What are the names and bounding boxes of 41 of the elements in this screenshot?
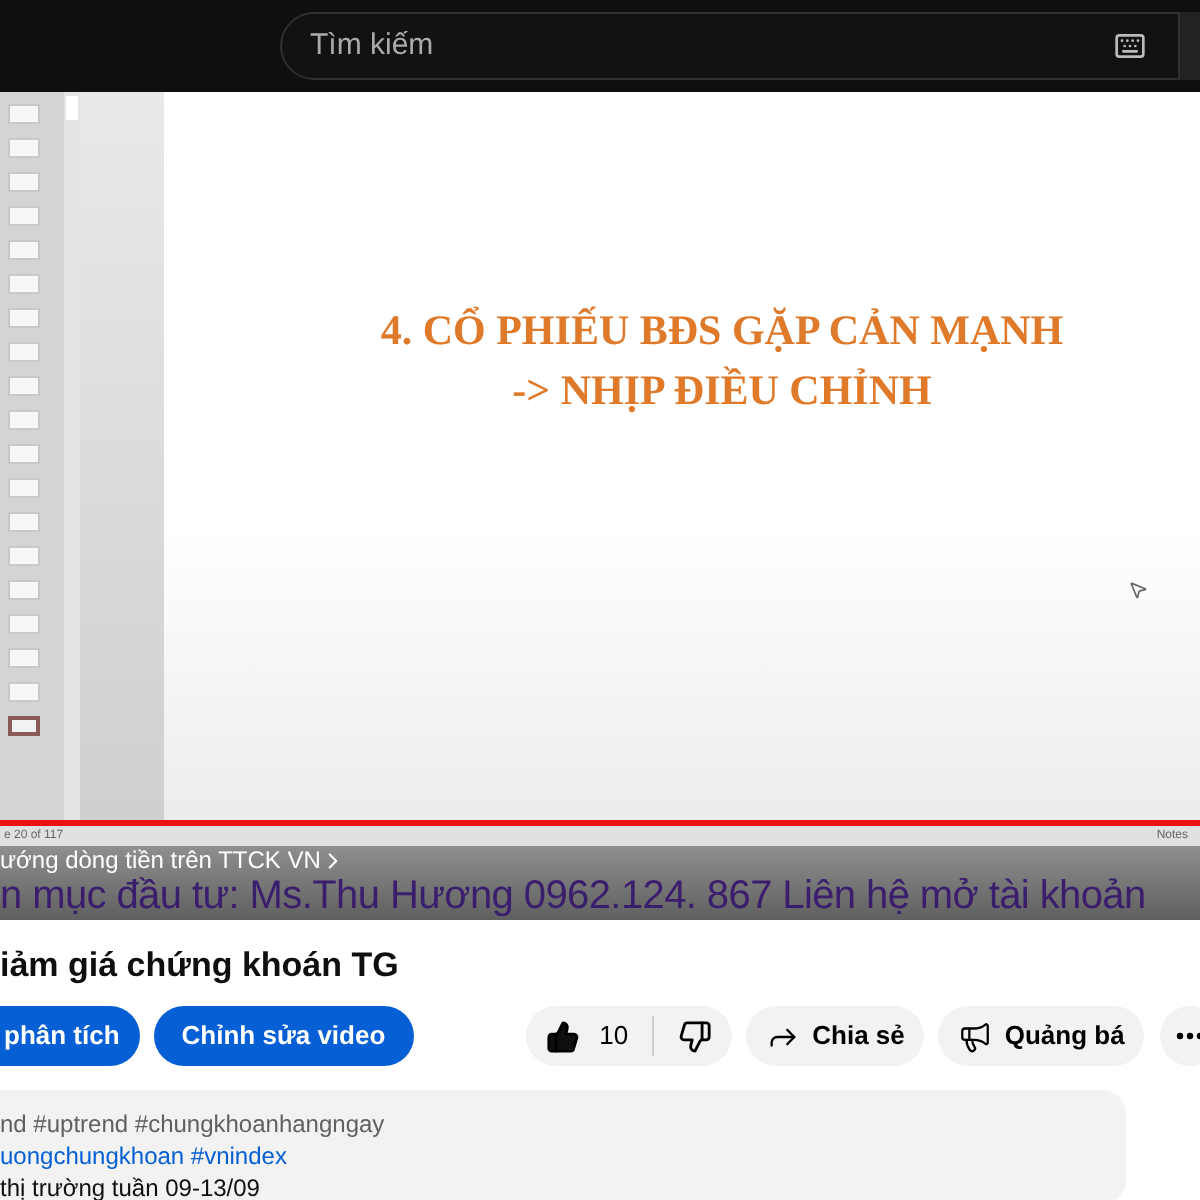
slide-thumbnail[interactable] <box>8 342 40 362</box>
cursor-icon <box>1128 580 1148 600</box>
slide-thumbnail[interactable] <box>8 444 40 464</box>
promote-button[interactable]: Quảng bá <box>938 1006 1145 1066</box>
description-line: nd #uptrend #chungkhoanhangngay <box>0 1108 385 1140</box>
slide-thumbnail[interactable] <box>8 648 40 668</box>
slide-thumbnail[interactable] <box>8 682 40 702</box>
edit-video-button[interactable]: Chỉnh sửa video <box>153 1006 414 1066</box>
like-button[interactable]: 10 <box>545 1016 655 1056</box>
slide-thumbnail[interactable] <box>8 104 40 124</box>
slide-thumbnail[interactable] <box>8 274 40 294</box>
video-title: iảm giá chứng khoán TG <box>0 944 401 988</box>
search-input[interactable]: Tìm kiếm <box>310 23 1114 69</box>
slide-thumbnail[interactable] <box>8 172 40 192</box>
scrollbar-thumb[interactable] <box>66 96 78 120</box>
slide-thumbnail[interactable] <box>8 138 40 158</box>
hashtag-link[interactable]: uongchungkhoan #vnindex <box>0 1140 287 1172</box>
dislike-icon[interactable] <box>678 1019 713 1053</box>
slide-thumbnail[interactable] <box>8 206 40 226</box>
ticker-text: n mục đầu tư: Ms.Thu Hương 0962.124. 867 Liên hệ mở tài khoản <box>0 874 1146 920</box>
share-button[interactable]: Chia sẻ <box>746 1006 925 1066</box>
slide-thumbnail[interactable] <box>8 716 40 736</box>
slide-thumbnail[interactable] <box>8 546 40 566</box>
chapter-link[interactable]: ướng dòng tiền trên TTCK VN <box>0 846 1200 874</box>
slide-thumbnail[interactable] <box>8 512 40 532</box>
search-field[interactable]: Tìm kiếm <box>280 12 1180 80</box>
slide-heading: 4. CỔ PHIẾU BĐS GẶP CẢN MẠNH <box>380 304 1064 358</box>
keyboard-icon[interactable] <box>1114 30 1146 62</box>
analytics-button[interactable]: phân tích <box>0 1006 140 1066</box>
more-icon <box>1176 1032 1200 1040</box>
thumbs-up-icon <box>545 1019 580 1053</box>
megaphone-icon <box>958 1019 993 1053</box>
slide-thumbnail[interactable] <box>8 308 40 328</box>
slide-heading: -> NHỊP ĐIỀU CHỈNH <box>512 364 932 418</box>
slide-thumbnail[interactable] <box>8 478 40 498</box>
slide-thumbnail[interactable] <box>8 614 40 634</box>
slide-thumbnail[interactable] <box>8 240 40 260</box>
slide-thumbnail[interactable] <box>8 376 40 396</box>
slide-thumbnail[interactable] <box>8 410 40 430</box>
progress-bar[interactable] <box>0 820 1200 827</box>
slide-thumbnail[interactable] <box>8 580 40 600</box>
